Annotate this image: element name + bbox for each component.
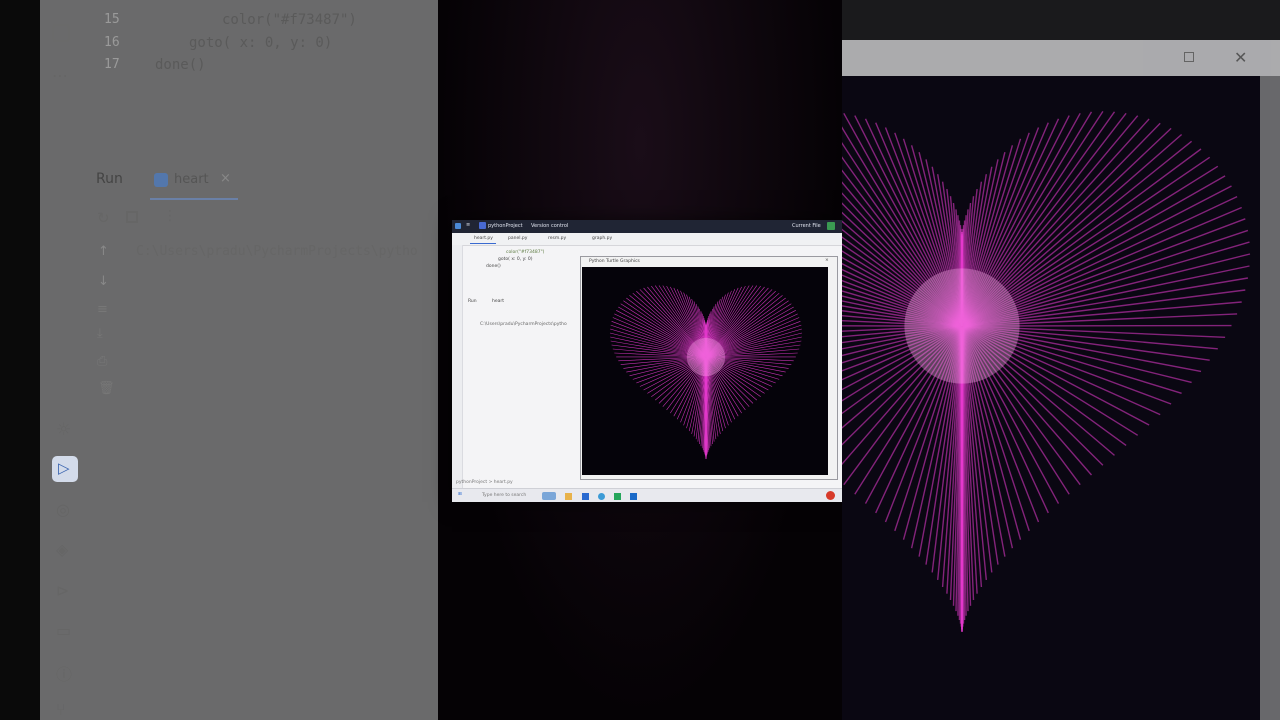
project-badge [479, 222, 486, 229]
tab-heart[interactable]: heart.py [474, 236, 493, 241]
services-icon[interactable]: ⊳ [56, 581, 69, 600]
python-icon [154, 173, 168, 187]
turtle-window: Python Turtle Graphics × [580, 256, 838, 480]
python-console-icon[interactable]: ◎ [56, 500, 70, 519]
turtle-window-title: Python Turtle Graphics [589, 259, 640, 264]
terminal-icon[interactable]: ▭ [56, 621, 71, 640]
git-icon[interactable]: ⑂ [56, 700, 66, 719]
rerun-icon[interactable]: ↻ [97, 209, 110, 227]
file-explorer-icon[interactable] [565, 493, 572, 500]
turtle-title-bar: ✕ [842, 40, 1280, 76]
run-icon: ▷ [58, 459, 70, 477]
active-tab-indicator [470, 243, 496, 244]
line-number: 16 [104, 35, 120, 50]
code-line: goto( x: 0, y: 0) [189, 35, 333, 51]
stop-icon[interactable] [126, 211, 138, 223]
edge-browser-icon[interactable] [598, 493, 605, 500]
code-line: color("#f73487") [506, 250, 545, 255]
heart-core-glow [904, 268, 1020, 384]
window-edge [1260, 76, 1280, 720]
problems-icon[interactable]: ⓘ [56, 661, 72, 685]
code-line: color("#f73487") [222, 12, 357, 28]
line-number: 15 [104, 12, 120, 27]
hamburger-icon[interactable]: ≡ [466, 222, 470, 228]
app-logo-icon [455, 223, 461, 229]
turtle-canvas-zoomed [842, 76, 1260, 720]
status-breadcrumb: pythonProject > heart.py [456, 480, 513, 485]
scroll-end-icon[interactable]: ⤓ [97, 326, 103, 341]
run-label: Run [468, 299, 477, 304]
tab-underline [150, 198, 238, 200]
print-icon[interactable]: ⎙ [97, 354, 107, 369]
monitor-screen: ≡ pythonProject Version control Current … [452, 220, 842, 502]
editor-tabs: heart.py panel.py resm.py graph.py [452, 233, 842, 246]
run-label: Run [96, 171, 123, 187]
left-blurred-ide: ⋯ 15 color("#f73487") 16 goto( x: 0, y: … [0, 0, 438, 720]
up-arrow-icon[interactable]: ↑ [98, 244, 109, 259]
trash-icon[interactable]: 🗑 [98, 381, 115, 396]
left-toolbar [452, 245, 463, 488]
code-line: goto( x: 0, y: 0) [498, 257, 533, 262]
taskbar-search[interactable]: Type here to search [482, 493, 526, 498]
maximize-icon[interactable] [1184, 52, 1194, 62]
more-options-icon[interactable]: ⋮ [163, 208, 177, 224]
console-path: C:\Users\pradu\PycharmProjects\pytho [136, 244, 418, 259]
structure-icon[interactable] [52, 24, 70, 42]
line-number: 17 [104, 57, 120, 72]
run-tab-heart[interactable]: heart [174, 172, 209, 187]
windows-start-icon[interactable]: ⊞ [458, 492, 462, 497]
tab-graph[interactable]: graph.py [592, 236, 612, 241]
tab-panel[interactable]: panel.py [508, 236, 527, 241]
run-tab-heart[interactable]: heart [492, 299, 504, 304]
right-blurred-turtle: ✕ [842, 0, 1280, 720]
turtle-canvas [582, 267, 828, 475]
run-button[interactable] [827, 222, 835, 230]
ide-title-bar: ≡ pythonProject Version control Current … [452, 220, 842, 233]
notification-icon[interactable] [826, 491, 835, 500]
code-line: done() [486, 264, 501, 269]
wrap-icon[interactable]: ≡ [97, 302, 108, 317]
heart-drawing [609, 285, 803, 459]
debug-icon[interactable]: ☼ [56, 420, 71, 440]
layers-icon[interactable]: ◈ [56, 540, 68, 559]
taskbar-app-icon[interactable] [582, 493, 589, 500]
pycharm-taskbar-icon[interactable] [614, 493, 621, 500]
version-control[interactable]: Version control [531, 223, 568, 229]
taskbar-app-icon[interactable] [542, 492, 556, 500]
more-icon[interactable]: ⋯ [52, 66, 68, 85]
close-tab-icon[interactable]: × [220, 171, 231, 186]
current-file-select[interactable]: Current File [792, 223, 821, 229]
taskbar-app-icon[interactable] [630, 493, 637, 500]
turtle-close-icon[interactable]: × [825, 258, 829, 263]
code-line: done() [155, 57, 206, 73]
console-path: C:\Users\pradu\PycharmProjects\pytho [480, 322, 567, 327]
down-arrow-icon[interactable]: ↓ [98, 274, 109, 289]
heart-core-glow [686, 337, 726, 377]
project-name[interactable]: pythonProject [488, 223, 523, 229]
tab-resm[interactable]: resm.py [548, 236, 566, 241]
windows-taskbar: ⊞ Type here to search [452, 488, 842, 502]
heart-drawing-zoomed [842, 111, 1251, 632]
close-icon[interactable]: ✕ [1234, 48, 1247, 67]
